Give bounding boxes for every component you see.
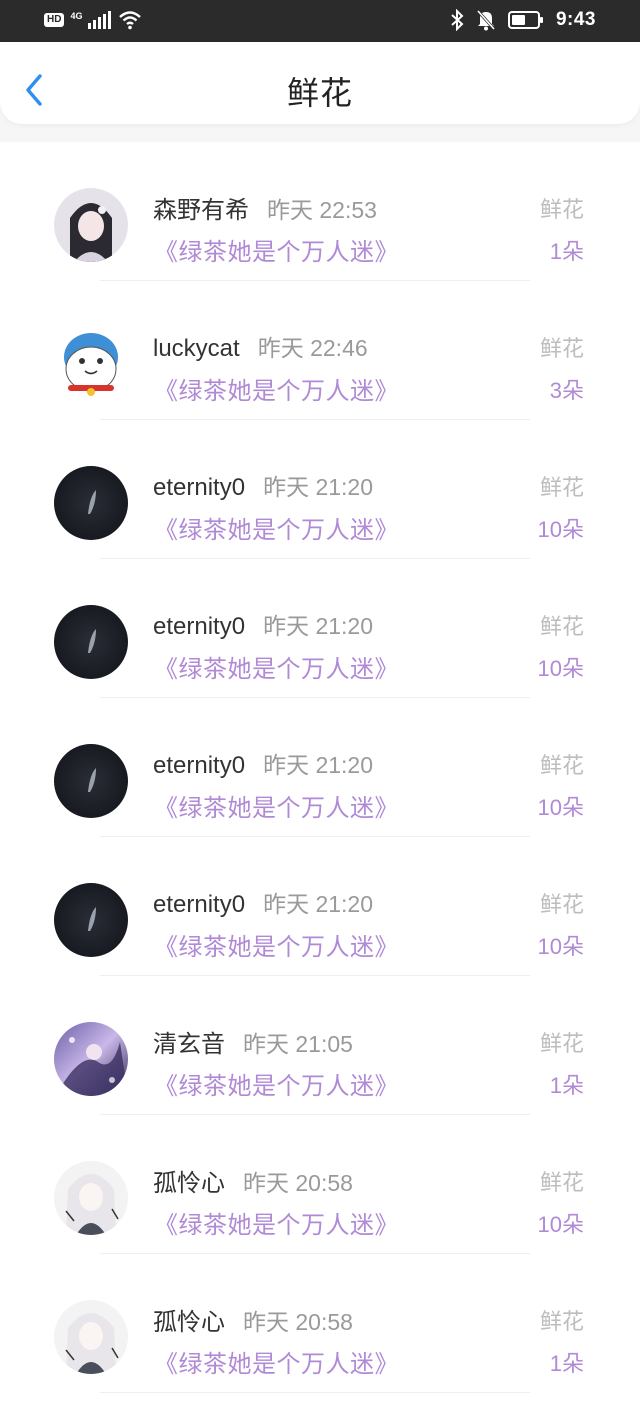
list-item[interactable]: eternity0 昨天 21:20 《绿茶她是个万人迷》 鲜花 10朵 — [0, 559, 640, 698]
gift-time: 昨天 20:58 — [243, 1309, 353, 1335]
gift-type: 鲜花 — [539, 614, 584, 639]
gift-time: 昨天 21:05 — [243, 1031, 353, 1057]
status-time: 9:43 — [555, 9, 596, 30]
avatar[interactable] — [54, 1300, 128, 1374]
user-name-text: eternity0 — [153, 613, 246, 640]
gift-type: 鲜花 — [539, 1170, 584, 1195]
user-name-text: 森野有希 — [153, 197, 249, 224]
gift-type: 鲜花 — [539, 1309, 584, 1334]
hd-badge: HD — [44, 13, 65, 27]
avatar[interactable] — [54, 466, 128, 540]
gift-count: 10朵 — [537, 795, 584, 820]
list-item[interactable]: eternity0 昨天 21:20 《绿茶她是个万人迷》 鲜花 10朵 — [0, 837, 640, 976]
avatar[interactable] — [54, 744, 128, 818]
gift-count: 10朵 — [537, 517, 584, 542]
battery-icon — [507, 11, 543, 29]
gift-type: 鲜花 — [539, 1031, 584, 1056]
gift-time: 昨天 22:53 — [267, 197, 377, 223]
book-title-link[interactable]: 《绿茶她是个万人迷》 — [154, 1344, 399, 1379]
avatar[interactable] — [54, 327, 128, 401]
user-name-text: eternity0 — [153, 891, 246, 918]
gift-time: 昨天 21:20 — [263, 474, 374, 500]
book-title-link[interactable]: 《绿茶她是个万人迷》 — [154, 510, 399, 545]
book-title-link[interactable]: 《绿茶她是个万人迷》 — [154, 1066, 399, 1101]
user-name[interactable]: eternity0 昨天 21:20 — [153, 746, 373, 780]
user-name-text: 清玄音 — [153, 1031, 225, 1058]
list-item[interactable]: 孤怜心 昨天 20:58 《绿茶她是个万人迷》 鲜花 1朵 — [0, 1254, 640, 1393]
avatar[interactable] — [54, 883, 128, 957]
book-title-link[interactable]: 《绿茶她是个万人迷》 — [154, 649, 399, 684]
gift-count: 1朵 — [549, 239, 584, 264]
gift-time: 昨天 22:46 — [257, 335, 368, 361]
user-name-text: eternity0 — [153, 752, 246, 779]
user-name[interactable]: 森野有希 昨天 22:53 — [153, 190, 377, 225]
list-item[interactable]: 清玄音 昨天 21:05 《绿茶她是个万人迷》 鲜花 1朵 — [0, 976, 640, 1115]
list-item[interactable]: eternity0 昨天 21:20 《绿茶她是个万人迷》 鲜花 10朵 — [0, 698, 640, 837]
list-item[interactable]: eternity0 昨天 21:20 《绿茶她是个万人迷》 鲜花 10朵 — [0, 420, 640, 559]
avatar[interactable] — [54, 1161, 128, 1235]
header: 鲜花 — [0, 42, 640, 124]
book-title-link[interactable]: 《绿茶她是个万人迷》 — [154, 1205, 399, 1240]
gift-count: 1朵 — [549, 1073, 584, 1098]
user-name[interactable]: 清玄音 昨天 21:05 — [153, 1024, 353, 1059]
wifi-icon — [119, 11, 142, 30]
gift-type: 鲜花 — [539, 336, 584, 361]
gift-count: 3朵 — [549, 378, 584, 403]
user-name[interactable]: eternity0 昨天 21:20 — [153, 607, 373, 641]
list-item[interactable]: 孤怜心 昨天 20:58 《绿茶她是个万人迷》 鲜花 10朵 — [0, 1115, 640, 1254]
bluetooth-icon — [451, 9, 464, 31]
status-left: HD 4G — [44, 10, 142, 30]
gift-type: 鲜花 — [539, 892, 584, 917]
gift-type: 鲜花 — [539, 753, 584, 778]
book-title-link[interactable]: 《绿茶她是个万人迷》 — [154, 232, 399, 267]
user-name[interactable]: eternity0 昨天 21:20 — [153, 885, 373, 919]
gift-time: 昨天 21:20 — [263, 613, 374, 639]
gift-count: 10朵 — [537, 1212, 584, 1237]
book-title-link[interactable]: 《绿茶她是个万人迷》 — [154, 788, 399, 823]
gift-type: 鲜花 — [539, 475, 584, 500]
gift-time: 昨天 20:58 — [243, 1170, 353, 1196]
book-title-link[interactable]: 《绿茶她是个万人迷》 — [154, 371, 399, 406]
user-name-text: 孤怜心 — [153, 1309, 225, 1336]
status-right: 9:43 — [450, 9, 596, 31]
avatar[interactable] — [54, 188, 128, 262]
network-type: 4G — [70, 11, 83, 21]
list-item[interactable]: luckycat 昨天 22:46 《绿茶她是个万人迷》 鲜花 3朵 — [0, 281, 640, 420]
gift-count: 10朵 — [537, 934, 584, 959]
user-name[interactable]: 孤怜心 昨天 20:58 — [153, 1163, 353, 1198]
avatar[interactable] — [54, 605, 128, 679]
flower-gift-list: 森野有希 昨天 22:53 《绿茶她是个万人迷》 鲜花 1朵 luckycat 昨天… — [0, 142, 640, 1422]
divider — [100, 1392, 530, 1393]
user-name[interactable]: 孤怜心 昨天 20:58 — [153, 1302, 353, 1337]
gift-count: 10朵 — [537, 656, 584, 681]
gift-time: 昨天 21:20 — [263, 891, 374, 917]
user-name-text: eternity0 — [153, 474, 246, 501]
gift-count: 1朵 — [549, 1351, 584, 1376]
gift-type: 鲜花 — [539, 197, 584, 222]
user-name-text: 孤怜心 — [153, 1170, 225, 1197]
book-title-link[interactable]: 《绿茶她是个万人迷》 — [154, 927, 399, 962]
page-title: 鲜花 — [286, 75, 353, 111]
status-bar: HD 4G 9:43 — [0, 0, 640, 42]
user-name-text: luckycat — [153, 335, 240, 362]
gift-time: 昨天 21:20 — [263, 752, 374, 778]
list-item[interactable]: 森野有希 昨天 22:53 《绿茶她是个万人迷》 鲜花 1朵 — [0, 142, 640, 281]
mute-bell-icon — [476, 10, 496, 31]
avatar[interactable] — [54, 1022, 128, 1096]
user-name[interactable]: eternity0 昨天 21:20 — [153, 468, 373, 502]
signal-icon — [88, 11, 112, 29]
user-name[interactable]: luckycat 昨天 22:46 — [153, 329, 368, 363]
